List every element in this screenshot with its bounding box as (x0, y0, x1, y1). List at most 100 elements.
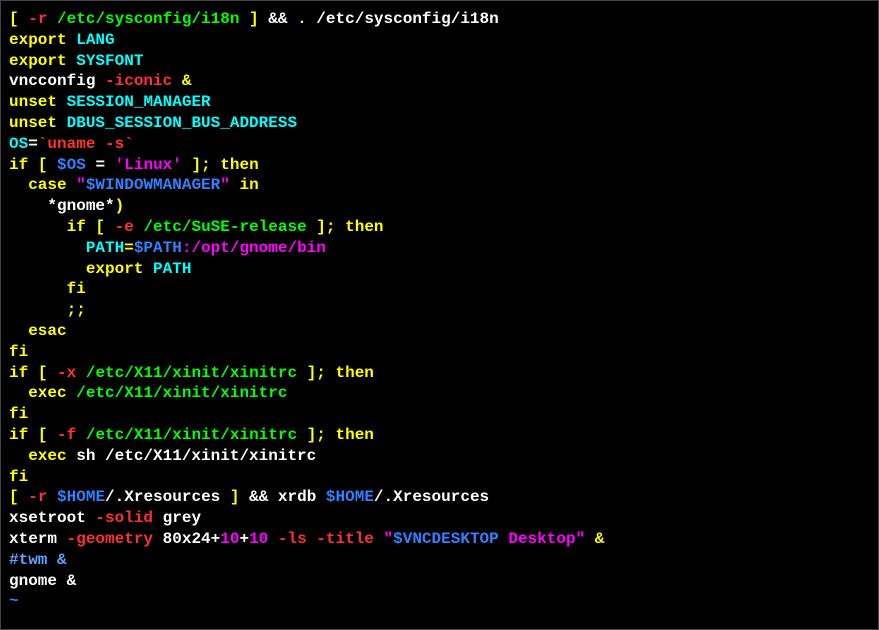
code-token: fi (9, 468, 28, 486)
code-token: `uname -s` (38, 135, 134, 153)
code-token (57, 93, 67, 111)
code-token: :/opt/gnome/bin (182, 239, 326, 257)
code-token (19, 10, 29, 28)
code-token: [ (38, 426, 48, 444)
code-token (307, 530, 317, 548)
code-token (67, 52, 77, 70)
code-token: exec (28, 384, 66, 402)
code-token: exec (28, 447, 66, 465)
code-token: ) (115, 197, 125, 215)
code-token: -e (115, 218, 134, 236)
code-token: " (384, 530, 394, 548)
code-token: $WINDOWMANAGER (86, 176, 220, 194)
code-token: [ (38, 156, 48, 174)
code-token: ]; (307, 364, 326, 382)
code-token: $PATH (134, 239, 182, 257)
code-token: LANG (76, 31, 114, 49)
code-token: -geometry (67, 530, 153, 548)
code-token: fi (9, 343, 28, 361)
code-token (9, 176, 28, 194)
code-token (585, 530, 595, 548)
code-token (307, 218, 317, 236)
code-token: = (124, 239, 134, 257)
code-token: + (239, 530, 249, 548)
code-token (47, 10, 57, 28)
code-token: -iconic (105, 72, 172, 90)
code-token (326, 426, 336, 444)
code-token: SYSFONT (76, 52, 143, 70)
code-token (134, 218, 144, 236)
code-token (326, 364, 336, 382)
code-token: then (336, 426, 374, 444)
code-token: export (9, 31, 67, 49)
code-token: then (345, 218, 383, 236)
code-token (143, 260, 153, 278)
terminal-editor[interactable]: [ -r /etc/sysconfig/i18n ] && . /etc/sys… (9, 9, 870, 612)
code-token: then (220, 156, 258, 174)
code-token: 10 (220, 530, 239, 548)
code-token: $HOME (326, 488, 374, 506)
code-token: -title (316, 530, 374, 548)
code-token: PATH (86, 239, 124, 257)
code-token: " (76, 176, 86, 194)
code-token (76, 364, 86, 382)
code-token (9, 322, 28, 340)
code-token (67, 31, 77, 49)
code-token: && xrdb (239, 488, 325, 506)
code-token (297, 426, 307, 444)
code-token: . (297, 10, 307, 28)
code-token: [ (9, 10, 19, 28)
code-token: /etc/X11/xinit/xinitrc (76, 384, 287, 402)
code-token (336, 218, 346, 236)
code-token: $HOME (57, 488, 105, 506)
code-token: if (9, 426, 28, 444)
code-token: /etc/X11/xinit/xinitrc (86, 364, 297, 382)
code-token: if (9, 156, 28, 174)
code-token: && (259, 10, 297, 28)
code-token (9, 280, 67, 298)
code-token: = (28, 135, 38, 153)
code-token (105, 218, 115, 236)
code-token: Desktop" (499, 530, 585, 548)
code-token: /etc/X11/xinit/xinitrc (86, 426, 297, 444)
code-token: fi (67, 280, 86, 298)
code-token: then (336, 364, 374, 382)
code-token: $VNCDESKTOP (393, 530, 499, 548)
code-token: ]; (191, 156, 210, 174)
code-token: unset (9, 114, 57, 132)
code-token: esac (28, 322, 66, 340)
code-token: /etc/sysconfig/i18n (57, 10, 239, 28)
code-token (9, 301, 67, 319)
code-token (28, 426, 38, 444)
code-token: in (239, 176, 258, 194)
code-token: fi (9, 405, 28, 423)
code-token (47, 364, 57, 382)
code-token (47, 156, 57, 174)
code-token: 10 (249, 530, 268, 548)
code-token: vncconfig (9, 72, 105, 90)
code-token: export (86, 260, 144, 278)
code-token (67, 176, 77, 194)
code-token: case (28, 176, 66, 194)
tilde-empty-line: ~ (9, 592, 19, 610)
code-token: DBUS_SESSION_BUS_ADDRESS (67, 114, 297, 132)
code-token (47, 488, 57, 506)
code-token: /etc/SuSE-release (143, 218, 306, 236)
code-token: $OS (57, 156, 86, 174)
code-token (28, 156, 38, 174)
code-token: /.Xresources (105, 488, 230, 506)
code-token (239, 10, 249, 28)
code-token (28, 364, 38, 382)
code-token (9, 239, 86, 257)
code-token: ]; (316, 218, 335, 236)
code-token: unset (9, 93, 57, 111)
code-token (19, 488, 29, 506)
code-token (86, 218, 96, 236)
code-token: -ls (278, 530, 307, 548)
code-token: [ (9, 488, 19, 506)
code-token (172, 72, 182, 90)
code-token (67, 384, 77, 402)
code-token (297, 364, 307, 382)
code-token: OS (9, 135, 28, 153)
code-token: if (9, 364, 28, 382)
